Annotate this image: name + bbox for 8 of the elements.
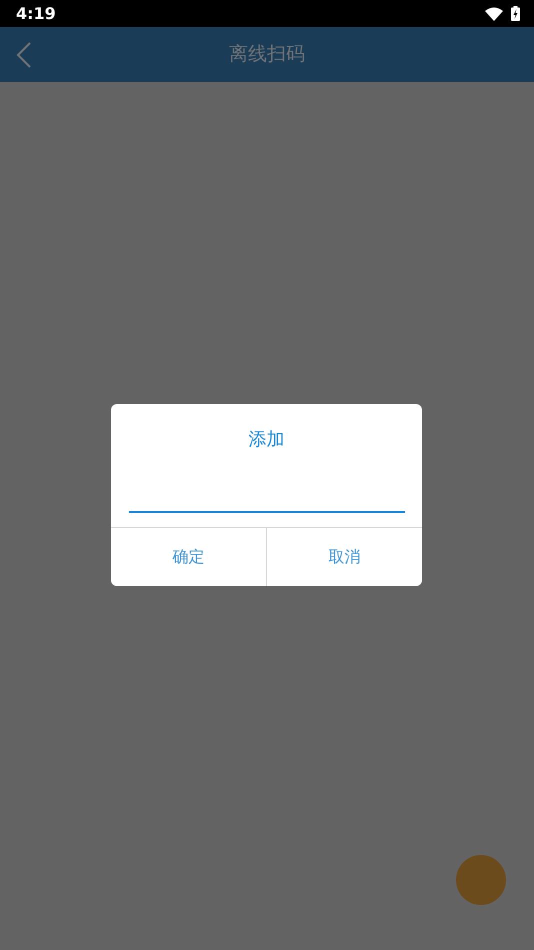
floating-action-button[interactable] (456, 855, 506, 905)
cancel-button[interactable]: 取消 (266, 528, 422, 586)
battery-icon (511, 6, 520, 21)
back-icon[interactable] (16, 42, 32, 68)
page-title: 离线扫码 (229, 42, 305, 68)
dialog-title: 添加 (248, 428, 284, 452)
status-time: 4:19 (16, 2, 56, 24)
wifi-icon (485, 6, 503, 20)
